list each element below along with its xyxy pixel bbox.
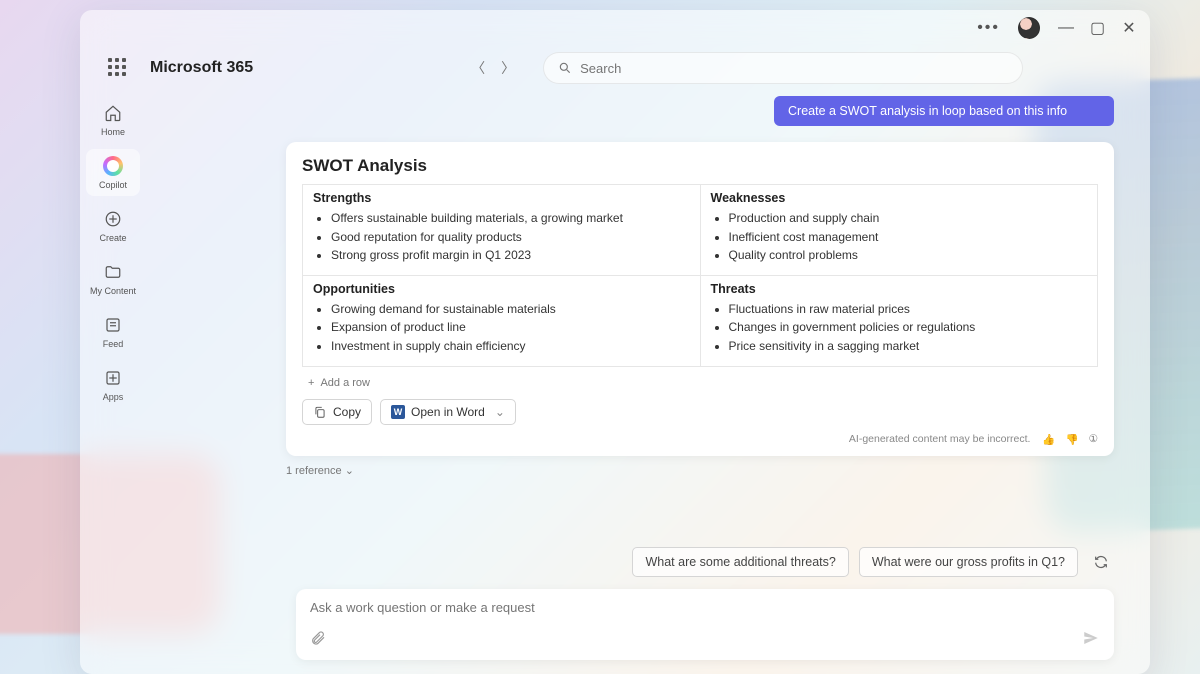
compose-box[interactable] xyxy=(296,589,1114,660)
swot-cell-opportunities[interactable]: Opportunities Growing demand for sustain… xyxy=(303,275,701,366)
swot-item: Price sensitivity in a sagging market xyxy=(729,337,1088,356)
sidebar-item-label: Home xyxy=(101,127,125,137)
search-icon xyxy=(558,61,572,75)
refresh-suggestions-icon[interactable] xyxy=(1088,549,1114,575)
swot-card: SWOT Analysis Strengths Offers sustainab… xyxy=(286,142,1114,456)
swot-item: Offers sustainable building materials, a… xyxy=(331,209,690,228)
swot-item: Expansion of product line xyxy=(331,318,690,337)
report-icon[interactable]: ① xyxy=(1089,433,1098,446)
user-message-bubble: Create a SWOT analysis in loop based on … xyxy=(774,96,1114,126)
sidebar-item-feed[interactable]: Feed xyxy=(86,308,140,355)
swot-header: Opportunities xyxy=(313,282,690,296)
swot-item: Changes in government policies or regula… xyxy=(729,318,1088,337)
brand-label: Microsoft 365 xyxy=(150,59,253,77)
nav-forward-icon[interactable]: 〉 xyxy=(501,58,515,78)
suggestion-chip[interactable]: What are some additional threats? xyxy=(632,547,848,577)
swot-header: Strengths xyxy=(313,191,690,205)
more-icon[interactable]: ••• xyxy=(977,19,1000,37)
maximize-button[interactable]: ▢ xyxy=(1090,18,1104,38)
sidebar-item-copilot[interactable]: Copilot xyxy=(86,149,140,196)
thumbs-down-icon[interactable]: 👎 xyxy=(1066,433,1079,446)
swot-title: SWOT Analysis xyxy=(302,156,1098,176)
sidebar-item-label: Copilot xyxy=(99,180,127,190)
swot-header: Weaknesses xyxy=(711,191,1088,205)
suggestion-chip[interactable]: What were our gross profits in Q1? xyxy=(859,547,1078,577)
sidebar-item-label: Apps xyxy=(103,392,124,402)
app-window: ••• — ▢ ✕ Microsoft 365 〈 〉 Home Copilot xyxy=(80,10,1150,674)
attach-icon[interactable] xyxy=(310,630,326,651)
references-toggle[interactable]: 1 reference ⌄ xyxy=(286,464,1120,477)
swot-item: Quality control problems xyxy=(729,246,1088,265)
sidebar-item-label: Feed xyxy=(103,339,124,349)
open-word-label: Open in Word xyxy=(411,405,485,419)
copy-button[interactable]: Copy xyxy=(302,399,372,425)
swot-table: Strengths Offers sustainable building ma… xyxy=(302,184,1098,367)
folder-icon xyxy=(102,261,124,283)
search-input[interactable] xyxy=(580,61,1008,76)
sidebar: Home Copilot Create My Content Feed Apps xyxy=(80,90,146,674)
swot-item: Growing demand for sustainable materials xyxy=(331,300,690,319)
sidebar-item-home[interactable]: Home xyxy=(86,96,140,143)
send-icon[interactable] xyxy=(1082,629,1100,652)
chevron-down-icon: ⌄ xyxy=(345,465,354,477)
suggestion-row: What are some additional threats? What w… xyxy=(146,541,1130,583)
nav-back-icon[interactable]: 〈 xyxy=(471,58,485,78)
app-launcher-icon[interactable] xyxy=(108,58,128,78)
thumbs-up-icon[interactable]: 👍 xyxy=(1042,433,1055,446)
sidebar-item-label: Create xyxy=(99,233,126,243)
plus-icon: + xyxy=(308,377,314,389)
word-icon: W xyxy=(391,405,405,419)
swot-item: Fluctuations in raw material prices xyxy=(729,300,1088,319)
minimize-button[interactable]: — xyxy=(1058,19,1072,37)
copy-label: Copy xyxy=(333,405,361,419)
swot-item: Inefficient cost management xyxy=(729,228,1088,247)
swot-item: Strong gross profit margin in Q1 2023 xyxy=(331,246,690,265)
titlebar: ••• — ▢ ✕ xyxy=(80,10,1150,46)
ai-disclaimer: AI-generated content may be incorrect. xyxy=(849,433,1031,445)
add-row-label: Add a row xyxy=(320,377,370,389)
search-bar[interactable] xyxy=(543,52,1023,84)
open-in-word-button[interactable]: W Open in Word ⌄ xyxy=(380,399,516,425)
close-button[interactable]: ✕ xyxy=(1122,18,1136,38)
swot-header: Threats xyxy=(711,282,1088,296)
swot-cell-weaknesses[interactable]: Weaknesses Production and supply chain I… xyxy=(700,185,1098,276)
sidebar-item-create[interactable]: Create xyxy=(86,202,140,249)
chevron-down-icon[interactable]: ⌄ xyxy=(495,405,505,419)
swot-item: Production and supply chain xyxy=(729,209,1088,228)
feed-icon xyxy=(102,314,124,336)
add-row-button[interactable]: + Add a row xyxy=(308,377,1098,389)
apps-icon xyxy=(102,367,124,389)
create-icon xyxy=(102,208,124,230)
swot-cell-threats[interactable]: Threats Fluctuations in raw material pri… xyxy=(700,275,1098,366)
swot-item: Good reputation for quality products xyxy=(331,228,690,247)
swot-item: Investment in supply chain efficiency xyxy=(331,337,690,356)
app-header: Microsoft 365 〈 〉 xyxy=(80,46,1150,90)
copilot-icon xyxy=(102,155,124,177)
references-label: 1 reference xyxy=(286,465,342,477)
compose-input[interactable] xyxy=(310,600,1100,615)
swot-cell-strengths[interactable]: Strengths Offers sustainable building ma… xyxy=(303,185,701,276)
sidebar-item-apps[interactable]: Apps xyxy=(86,361,140,408)
main-panel: Create a SWOT analysis in loop based on … xyxy=(146,90,1150,674)
sidebar-item-label: My Content xyxy=(90,286,136,296)
user-avatar[interactable] xyxy=(1018,17,1040,39)
sidebar-item-mycontent[interactable]: My Content xyxy=(86,255,140,302)
home-icon xyxy=(102,102,124,124)
copy-icon xyxy=(313,405,327,419)
